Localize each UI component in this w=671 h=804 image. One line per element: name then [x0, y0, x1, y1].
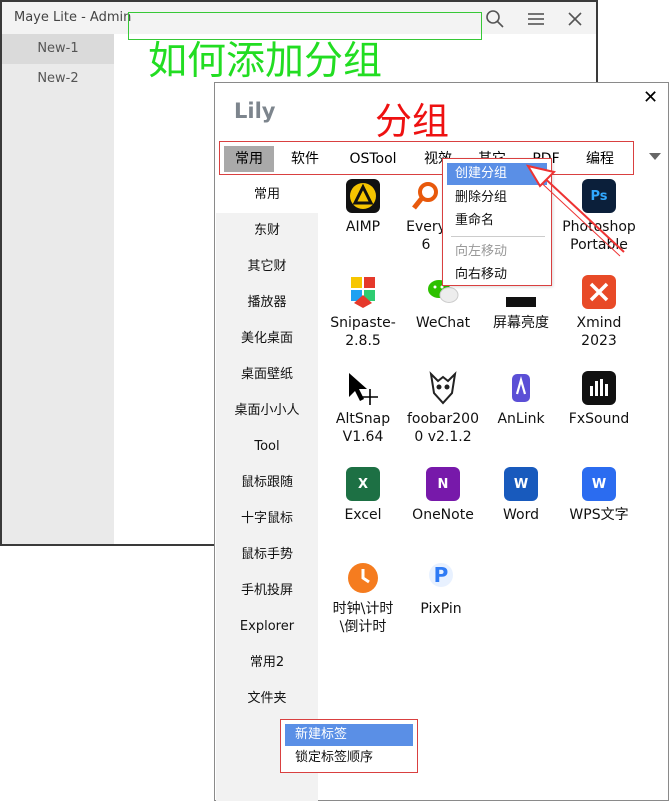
app-snipaste[interactable]: Snipaste- 2.8.5	[323, 275, 403, 350]
onenote-icon: N	[426, 467, 460, 501]
app-label: 时钟\计时 \倒计时	[332, 601, 394, 635]
word-icon: W	[504, 467, 538, 501]
tab-changyong[interactable]: 常用	[224, 146, 274, 172]
app-label: AIMP	[345, 219, 381, 235]
group-item[interactable]: 文件夹	[216, 681, 318, 717]
group-item[interactable]: 常用2	[216, 645, 318, 681]
menu-item-move-right[interactable]: 向右移动	[447, 264, 547, 286]
xmind-icon	[582, 275, 616, 309]
group-item[interactable]: 鼠标跟随	[216, 465, 318, 501]
app-label: FxSound	[568, 411, 630, 427]
group-item[interactable]: 鼠标手势	[216, 537, 318, 573]
app-onenote[interactable]: N OneNote	[403, 467, 483, 524]
app-label: OneNote	[412, 507, 474, 523]
app-label: Snipaste- 2.8.5	[330, 315, 396, 349]
annotation-arrow-icon	[525, 164, 625, 257]
group-item[interactable]: 手机投屏	[216, 573, 318, 609]
group-item[interactable]: 桌面小小人	[216, 393, 318, 429]
app-xmind[interactable]: Xmind 2023	[559, 275, 639, 350]
app-label: PixPin	[420, 601, 462, 617]
everything-icon	[409, 179, 443, 213]
group-item[interactable]: Explorer	[216, 609, 318, 645]
group-list: 常用 东财 其它财 播放器 美化桌面 桌面壁纸 桌面小小人 Tool 鼠标跟随 …	[216, 177, 318, 801]
menu-item-lock-tab-order[interactable]: 锁定标签顺序	[285, 747, 413, 769]
app-anlink[interactable]: AnLink	[481, 371, 561, 428]
app-word[interactable]: W Word	[481, 467, 561, 524]
group-item[interactable]: 东财	[216, 213, 318, 249]
tab-ostool[interactable]: OSTool	[338, 146, 408, 172]
app-altsnap[interactable]: AltSnap V1.64	[323, 371, 403, 446]
group-item[interactable]: Tool	[216, 429, 318, 465]
menu-icon[interactable]	[525, 8, 547, 30]
search-icon[interactable]	[484, 8, 506, 30]
app-label: Word	[503, 507, 539, 523]
anlink-icon	[504, 371, 538, 405]
close-icon[interactable]	[564, 8, 586, 30]
aimp-icon	[346, 179, 380, 213]
wps-icon: W	[582, 467, 616, 501]
annotation-group-label: 分组	[375, 100, 449, 143]
altsnap-icon	[346, 371, 380, 405]
pixpin-icon: P	[424, 561, 458, 595]
clock-icon	[346, 561, 380, 595]
app-label: AnLink	[497, 411, 545, 427]
app-wps-writer[interactable]: W WPS文字	[559, 467, 639, 524]
app-label: Excel	[344, 507, 382, 523]
nav-item-new-2[interactable]: New-2	[2, 64, 114, 94]
app-label: foobar200 0 v2.1.2	[406, 411, 479, 445]
snipaste-icon	[346, 275, 380, 309]
background-nav-pane: New-1 New-2	[2, 34, 114, 544]
svg-text:P: P	[434, 563, 449, 587]
fxsound-icon	[582, 371, 616, 405]
window-title: Maye Lite - Admin	[14, 10, 132, 25]
group-item[interactable]: 播放器	[216, 285, 318, 321]
app-label: WPS文字	[569, 507, 629, 523]
group-item[interactable]: 常用	[216, 177, 318, 213]
foobar-icon	[426, 371, 460, 405]
app-label: Xmind 2023	[576, 315, 622, 349]
app-aimp[interactable]: AIMP	[323, 179, 403, 236]
app-label: 屏幕亮度	[493, 315, 549, 331]
app-excel[interactable]: X Excel	[323, 467, 403, 524]
app-label: AltSnap V1.64	[335, 411, 391, 445]
group-item[interactable]: 桌面壁纸	[216, 357, 318, 393]
brand-title: Lily	[234, 99, 276, 123]
app-pixpin[interactable]: P PixPin	[401, 561, 481, 618]
group-context-menu: 新建标签 锁定标签顺序	[280, 719, 418, 773]
annotation-heading: 如何添加分组	[148, 39, 383, 84]
app-fxsound[interactable]: FxSound	[559, 371, 639, 428]
menu-item-new-tab[interactable]: 新建标签	[285, 724, 413, 746]
group-item[interactable]: 十字鼠标	[216, 501, 318, 537]
app-clock[interactable]: 时钟\计时 \倒计时	[323, 561, 403, 636]
group-item[interactable]: 其它财	[216, 249, 318, 285]
excel-icon: X	[346, 467, 380, 501]
close-icon[interactable]: ✕	[643, 87, 658, 108]
tab-ruanjian[interactable]: 软件	[280, 146, 330, 172]
tabs-overflow-dropdown-icon[interactable]	[649, 153, 661, 160]
app-foobar2000[interactable]: foobar200 0 v2.1.2	[403, 371, 483, 446]
nav-item-new-1[interactable]: New-1	[2, 34, 114, 64]
group-item[interactable]: 美化桌面	[216, 321, 318, 357]
app-label: WeChat	[415, 315, 471, 331]
